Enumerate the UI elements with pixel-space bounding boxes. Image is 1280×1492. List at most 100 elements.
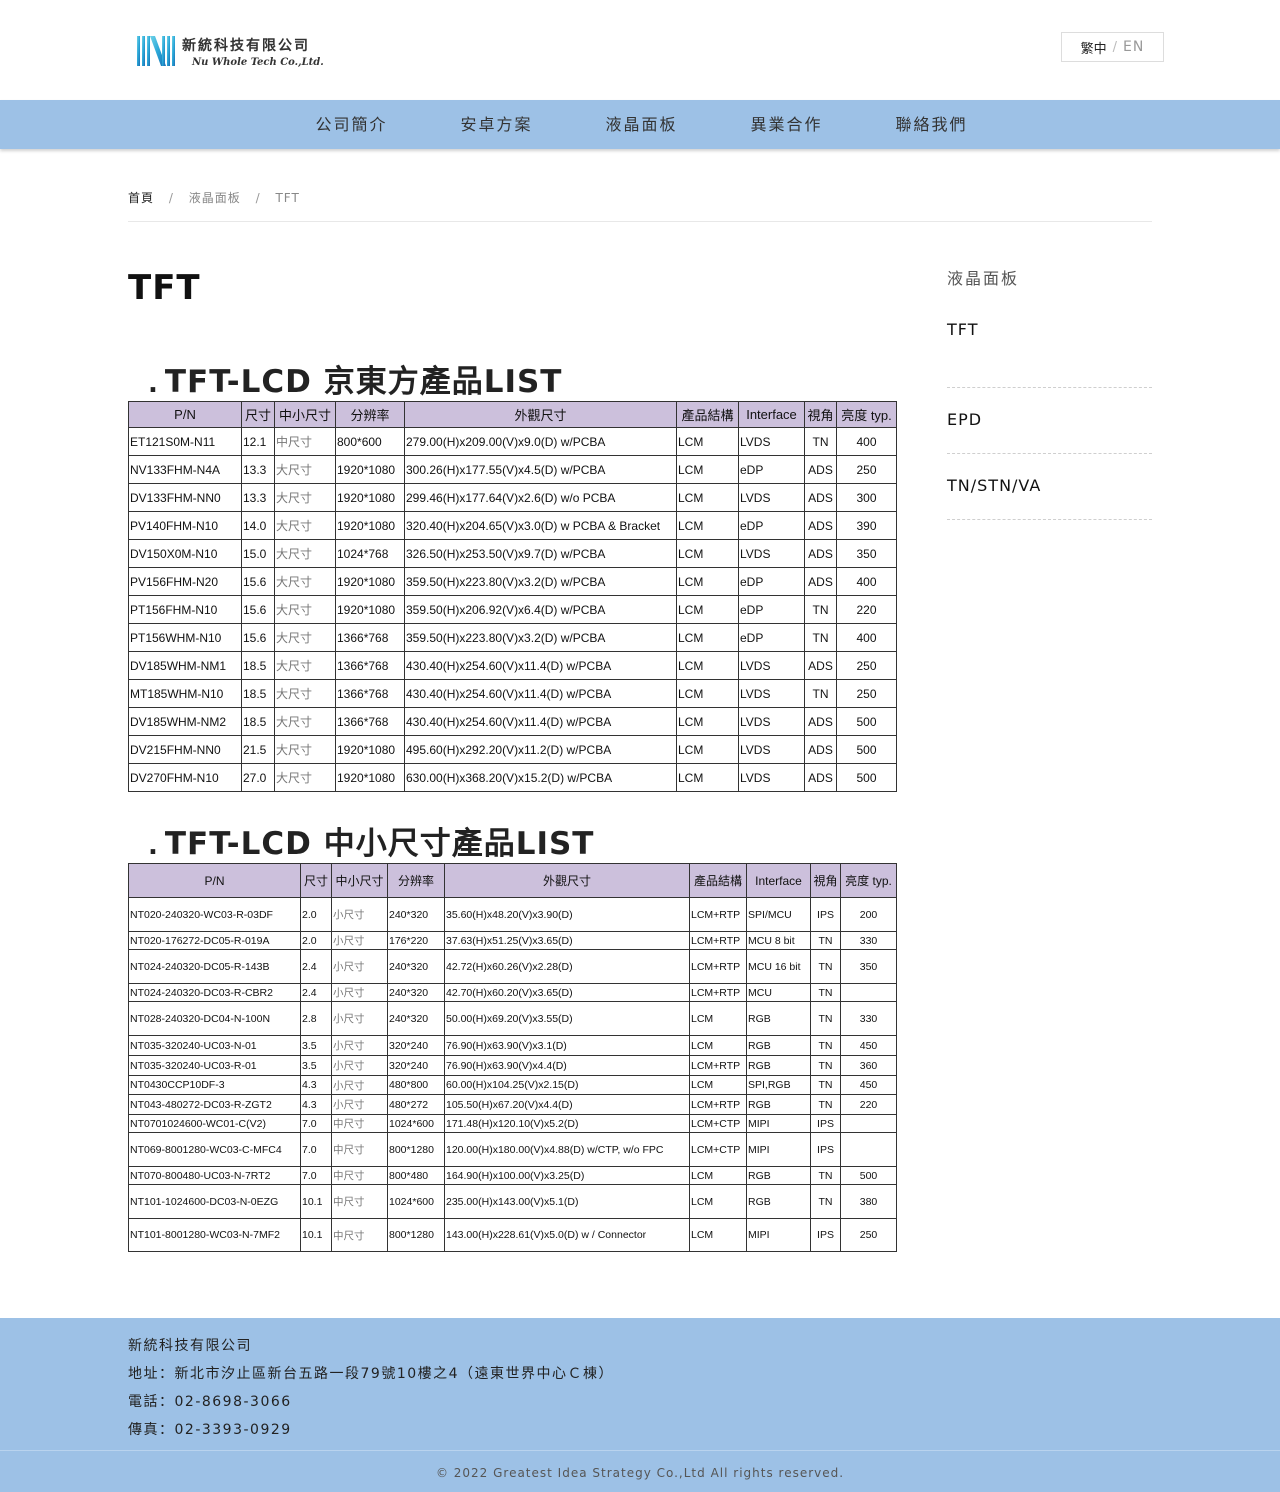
sidebar-item-tft[interactable]: TFT [947,320,1152,388]
table-cell-pn: NT020-176272-DC05-R-019A [128,931,301,950]
table-row: NT070-800480-UC03-N-7RT2 7.0 中尺寸 800*480 164… [128,1166,897,1185]
table-cell-view-angle: TN [804,623,837,652]
table-row: PT156WHM-N10 15.6 大尺寸 1366*768 359.50(H)x223… [128,623,897,652]
table-cell-brightness: 500 [836,763,897,792]
table-row: NT069-8001280-WC03-C-MFC4 7.0 中尺寸 800*1280 1… [128,1132,897,1167]
table-cell-size-class: 大尺寸 [274,539,336,568]
section-title-text: TFT-LCD 京東方產品LIST [164,364,563,400]
table-cell-pn: NT024-240320-DC05-R-143B [128,949,301,984]
table-header-row: P/N 尺寸 中小尺寸 分辨率 外觀尺寸 產品結構 Interface 視角 亮度 typ. [128,863,897,898]
table-cell-dimensions: 430.40(H)x254.60(V)x11.4(D) w/PCBA [404,651,677,680]
table-row: DV150X0M-N10 15.0 大尺寸 1024*768 326.50(H)x253… [128,539,897,568]
column-header-structure: 產品結構 [689,863,747,898]
nav-item-contact[interactable]: 聯絡我們 [859,100,1004,149]
table-cell-dimensions: 359.50(H)x223.80(V)x3.2(D) w/PCBA [404,623,677,652]
table-cell-size: 4.3 [300,1075,332,1095]
table-cell-interface: RGB [746,1166,811,1185]
table-cell-dimensions: 35.60(H)x48.20(V)x3.90(D) [444,897,690,932]
table-cell-interface: RGB [746,1035,811,1056]
table-cell-structure: LCM [689,1218,747,1252]
nav-item-about[interactable]: 公司簡介 [279,100,424,149]
table-cell-pn: NT070-800480-UC03-N-7RT2 [128,1166,301,1185]
table-cell-resolution: 800*1280 [387,1132,445,1167]
table-cell-size-class: 大尺寸 [274,735,336,764]
column-header-dimensions: 外觀尺寸 [444,863,690,898]
table-cell-view-angle: TN [804,595,837,624]
table-cell-pn: ET121S0M-N11 [128,427,242,456]
lang-en-option[interactable]: EN [1123,39,1144,55]
table-cell-dimensions: 300.26(H)x177.55(V)x4.5(D) w/PCBA [404,455,677,484]
table-cell-resolution: 800*1280 [387,1218,445,1252]
table-cell-size: 2.8 [300,1001,332,1036]
table-cell-structure: LCM [689,1184,747,1219]
sidebar-item-epd[interactable]: EPD [947,388,1152,454]
site-logo[interactable]: 新統科技有限公司 Nu Whole Tech Co.,Ltd. [136,33,326,69]
table-cell-size-class: 中尺寸 [331,1132,388,1167]
table-cell-dimensions: 37.63(H)x51.25(V)x3.65(D) [444,931,690,950]
table-cell-interface: eDP [738,567,805,596]
footer-phone[interactable]: 電話：02-8698-3066 [128,1388,614,1416]
nav-item-android[interactable]: 安卓方案 [424,100,569,149]
table-cell-resolution: 1024*600 [387,1184,445,1219]
table-cell-resolution: 176*220 [387,931,445,950]
lang-zh-option[interactable]: 繁中 [1081,38,1107,57]
table-cell-brightness: 250 [836,651,897,680]
nav-item-cooperation[interactable]: 異業合作 [714,100,859,149]
column-header-brightness: 亮度 typ. [840,863,897,898]
table-cell-brightness: 500 [840,1166,897,1185]
table-cell-interface: MIPI [746,1132,811,1167]
table-cell-brightness: 360 [840,1055,897,1076]
column-header-structure: 產品結構 [676,401,739,428]
table-cell-brightness: 330 [840,1001,897,1036]
breadcrumb: 首頁 / 液晶面板 / TFT [128,189,1152,222]
table-cell-brightness: 220 [836,595,897,624]
table-cell-size-class: 小尺寸 [331,1001,388,1036]
table-cell-resolution: 1366*768 [335,679,405,708]
table-cell-interface: eDP [738,595,805,624]
table-cell-size-class: 大尺寸 [274,595,336,624]
table-cell-size-class: 小尺寸 [331,931,388,950]
table-cell-interface: MCU 8 bit [746,931,811,950]
table-cell-brightness: 300 [836,483,897,512]
table-cell-structure: LCM [676,567,739,596]
footer-contact: 新統科技有限公司 地址：新北市汐止區新台五路一段79號10樓之4（遠東世界中心Ｃ… [128,1332,614,1444]
table-cell-size: 18.5 [241,679,275,708]
table-cell-structure: LCM [676,483,739,512]
table-cell-size-class: 大尺寸 [274,707,336,736]
table-cell-size: 7.0 [300,1166,332,1185]
table-cell-brightness: 380 [840,1184,897,1219]
table-row: NT0430CCP10DF-3 4.3 小尺寸 480*800 60.00(H)x104… [128,1075,897,1095]
boe-product-table: P/N 尺寸 中小尺寸 分辨率 外觀尺寸 產品結構 Interface 視角 亮度 typ. E… [128,401,897,792]
table-row: NT020-176272-DC05-R-019A 2.0 小尺寸 176*220 37.… [128,931,897,950]
table-cell-dimensions: 299.46(H)x177.64(V)x2.6(D) w/o PCBA [404,483,677,512]
table-cell-structure: LCM [689,1035,747,1056]
table-cell-view-angle: ADS [804,455,837,484]
breadcrumb-home[interactable]: 首頁 [128,189,154,206]
footer-fax: 傳真：02-3393-0929 [128,1422,292,1438]
column-header-dimensions: 外觀尺寸 [404,401,677,428]
table-header-row: P/N 尺寸 中小尺寸 分辨率 外觀尺寸 產品結構 Interface 視角 亮度 typ. [128,401,897,428]
table-cell-view-angle: TN [810,949,841,984]
nav-item-lcd[interactable]: 液晶面板 [569,100,714,149]
table-cell-resolution: 240*320 [387,897,445,932]
table-cell-brightness: 220 [840,1094,897,1115]
table-cell-dimensions: 164.90(H)x100.00(V)x3.25(D) [444,1166,690,1185]
table-cell-interface: RGB [746,1094,811,1115]
table-cell-size-class: 小尺寸 [331,1094,388,1115]
table-cell-resolution: 480*272 [387,1094,445,1115]
table-cell-size-class: 小尺寸 [331,949,388,984]
sidebar-item-tn-stn-va[interactable]: TN/STN/VA [947,454,1152,520]
table-cell-pn: NT101-1024600-DC03-N-0EZG [128,1184,301,1219]
table-cell-pn: NT020-240320-WC03-R-03DF [128,897,301,932]
table-cell-resolution: 1920*1080 [335,763,405,792]
table-cell-view-angle: IPS [810,1114,841,1133]
table-cell-structure: LCM [676,455,739,484]
breadcrumb-parent[interactable]: 液晶面板 [189,189,241,206]
table-cell-dimensions: 359.50(H)x206.92(V)x6.4(D) w/PCBA [404,595,677,624]
table-cell-dimensions: 60.00(H)x104.25(V)x2.15(D) [444,1075,690,1095]
table-cell-interface: LVDS [738,539,805,568]
table-cell-resolution: 240*320 [387,983,445,1002]
table-cell-brightness: 500 [836,735,897,764]
table-cell-size-class: 中尺寸 [331,1184,388,1219]
table-cell-structure: LCM [676,511,739,540]
